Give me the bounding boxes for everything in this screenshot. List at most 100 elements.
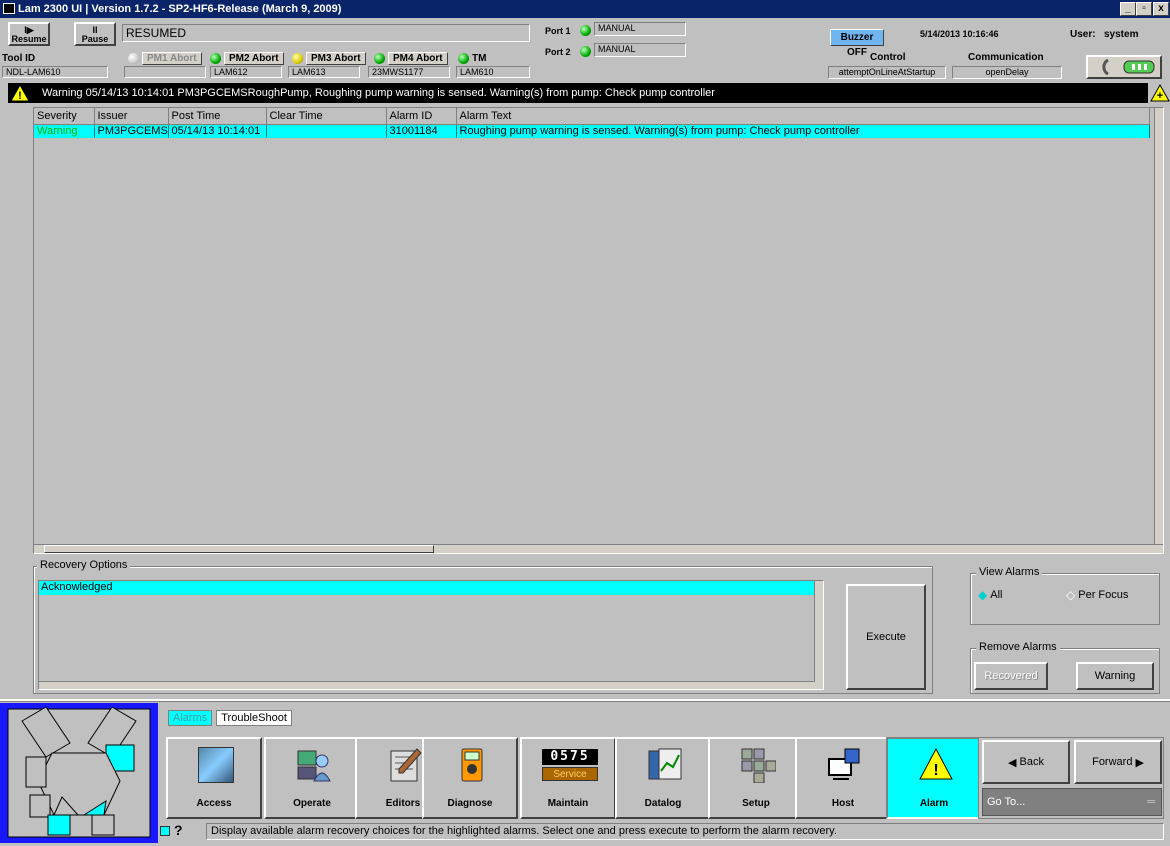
pm1-status-led-icon: [128, 53, 139, 64]
datalog-icon: [647, 747, 683, 783]
operate-icon: [296, 747, 332, 783]
pm3-status-led-icon: [292, 53, 303, 64]
user-name: system: [1104, 29, 1139, 40]
pm4-field: 23MWS1177: [368, 66, 450, 78]
radio-unselected-icon: ◇: [1066, 588, 1076, 602]
row-post-time: 05/14/13 10:14:01: [168, 124, 267, 138]
svg-text:+: +: [1157, 90, 1163, 102]
tm-status-led-icon: [458, 53, 469, 64]
nav-datalog-button[interactable]: Datalog: [615, 737, 711, 819]
col-severity[interactable]: Severity: [34, 108, 95, 125]
host-icon: [827, 747, 863, 783]
tm-label: TM: [472, 53, 487, 64]
bottom-tabs: Alarms TroubleShoot: [168, 710, 308, 726]
col-post-time[interactable]: Post Time: [168, 108, 267, 125]
connection-icon[interactable]: [1086, 55, 1162, 79]
recovery-hscrollbar[interactable]: [39, 681, 815, 689]
goto-dropdown[interactable]: Go To... ═: [982, 788, 1162, 816]
setup-icon: [740, 747, 777, 784]
nav-setup-button[interactable]: Setup: [708, 737, 804, 819]
table-row[interactable]: Warning PM3PGCEMS 05/14/13 10:14:01 3100…: [34, 124, 1150, 138]
close-button[interactable]: x: [1153, 2, 1169, 16]
pause-button[interactable]: II Pause: [74, 22, 116, 46]
col-alarm-id[interactable]: Alarm ID: [386, 108, 457, 125]
maximize-button[interactable]: ▫: [1136, 2, 1152, 16]
pm1-field: [124, 66, 206, 78]
svg-text:!: !: [18, 90, 22, 102]
pm2-abort[interactable]: PM2 Abort: [210, 52, 284, 65]
pm1-abort-button[interactable]: PM1 Abort: [142, 52, 202, 65]
communication-label: Communication: [968, 52, 1044, 63]
remove-recovered-button[interactable]: Recovered: [974, 662, 1048, 690]
table-hscroll-thumb[interactable]: [44, 545, 434, 553]
access-icon: [198, 747, 234, 783]
nav-diagnose-button[interactable]: Diagnose: [422, 737, 518, 819]
view-all-radio[interactable]: ◆ All: [978, 588, 1002, 602]
radio-selected-icon: ◆: [978, 588, 988, 602]
nav-host-button[interactable]: Host: [795, 737, 891, 819]
col-clear-time[interactable]: Clear Time: [266, 108, 387, 125]
pm2-abort-button[interactable]: PM2 Abort: [224, 52, 284, 65]
alarm-table-header: Severity Issuer Post Time Clear Time Ala…: [34, 108, 1150, 125]
tab-troubleshoot[interactable]: TroubleShoot: [216, 710, 292, 726]
recovery-options-title: Recovery Options: [37, 559, 131, 571]
buzzer-off-button[interactable]: Buzzer OFF: [830, 29, 884, 58]
back-button[interactable]: ◀ Back: [982, 740, 1070, 784]
alarm-warning-icon: !: [918, 747, 954, 783]
run-state-field: RESUMED: [122, 24, 530, 42]
nav-operate-button[interactable]: Operate: [264, 737, 360, 819]
resume-button[interactable]: I▶ Resume: [8, 22, 50, 46]
port2-led-icon: [580, 46, 591, 57]
view-alarms-title: View Alarms: [976, 566, 1043, 578]
minimize-button[interactable]: _: [1120, 2, 1136, 16]
status-bar: Display available alarm recovery choices…: [206, 823, 1164, 840]
warning-expand-icon[interactable]: +: [1150, 83, 1170, 102]
datetime: 5/14/2013 10:16:46: [920, 29, 999, 39]
tool-map[interactable]: [0, 703, 158, 843]
col-alarm-text[interactable]: Alarm Text: [456, 108, 1150, 125]
pm2-status-led-icon: [210, 53, 221, 64]
recovery-vscrollbar[interactable]: [814, 581, 823, 689]
warning-icon: !: [10, 83, 30, 102]
pm1-abort[interactable]: PM1 Abort: [128, 52, 202, 65]
maintain-counter: 0575: [542, 749, 598, 765]
user-label: User:: [1070, 29, 1096, 40]
app-icon: [3, 3, 15, 14]
pm3-field: LAM613: [288, 66, 360, 78]
diagnose-icon: [454, 747, 490, 783]
status-indicator-icon: [160, 826, 170, 836]
recovery-option-acknowledged[interactable]: Acknowledged: [39, 581, 823, 595]
table-hscrollbar[interactable]: [34, 544, 1163, 553]
pm4-abort-button[interactable]: PM4 Abort: [388, 52, 448, 65]
execute-button[interactable]: Execute: [846, 584, 926, 690]
pm4-abort[interactable]: PM4 Abort: [374, 52, 448, 65]
help-icon[interactable]: ?: [174, 822, 196, 840]
svg-text:!: !: [933, 762, 938, 779]
tool-id-field: NDL-LAM610: [2, 66, 108, 78]
pm3-abort[interactable]: PM3 Abort: [292, 52, 366, 65]
remove-warning-button[interactable]: Warning: [1076, 662, 1154, 690]
back-arrow-icon: ◀: [1008, 756, 1017, 769]
port2-mode-field: MANUAL: [594, 43, 686, 57]
recovery-options-list[interactable]: Acknowledged: [38, 580, 824, 690]
forward-button[interactable]: Forward ▶: [1074, 740, 1162, 784]
row-severity: Warning: [34, 124, 95, 138]
forward-arrow-icon: ▶: [1135, 756, 1144, 769]
tool-id-label: Tool ID: [2, 53, 36, 64]
nav-maintain-button[interactable]: 0575 Service Maintain: [520, 737, 616, 819]
port1-led-icon: [580, 25, 591, 36]
pm3-abort-button[interactable]: PM3 Abort: [306, 52, 366, 65]
alarm-banner: Warning 05/14/13 10:14:01 PM3PGCEMSRough…: [8, 83, 1148, 103]
alarm-table: Severity Issuer Post Time Clear Time Ala…: [33, 107, 1164, 554]
view-per-focus-radio[interactable]: ◇ Per Focus: [1066, 588, 1128, 602]
title-bar: Lam 2300 UI | Version 1.7.2 - SP2-HF6-Re…: [0, 0, 1170, 18]
nav-access-button[interactable]: Access: [166, 737, 262, 819]
tm-status: TM: [458, 52, 486, 65]
pm2-field: LAM612: [210, 66, 282, 78]
table-vscrollbar[interactable]: [1154, 108, 1163, 544]
row-issuer: PM3PGCEMS: [94, 124, 169, 138]
col-issuer[interactable]: Issuer: [94, 108, 169, 125]
tab-alarms[interactable]: Alarms: [168, 710, 213, 726]
pm4-status-led-icon: [374, 53, 385, 64]
nav-alarm-button[interactable]: ! Alarm: [886, 737, 982, 819]
